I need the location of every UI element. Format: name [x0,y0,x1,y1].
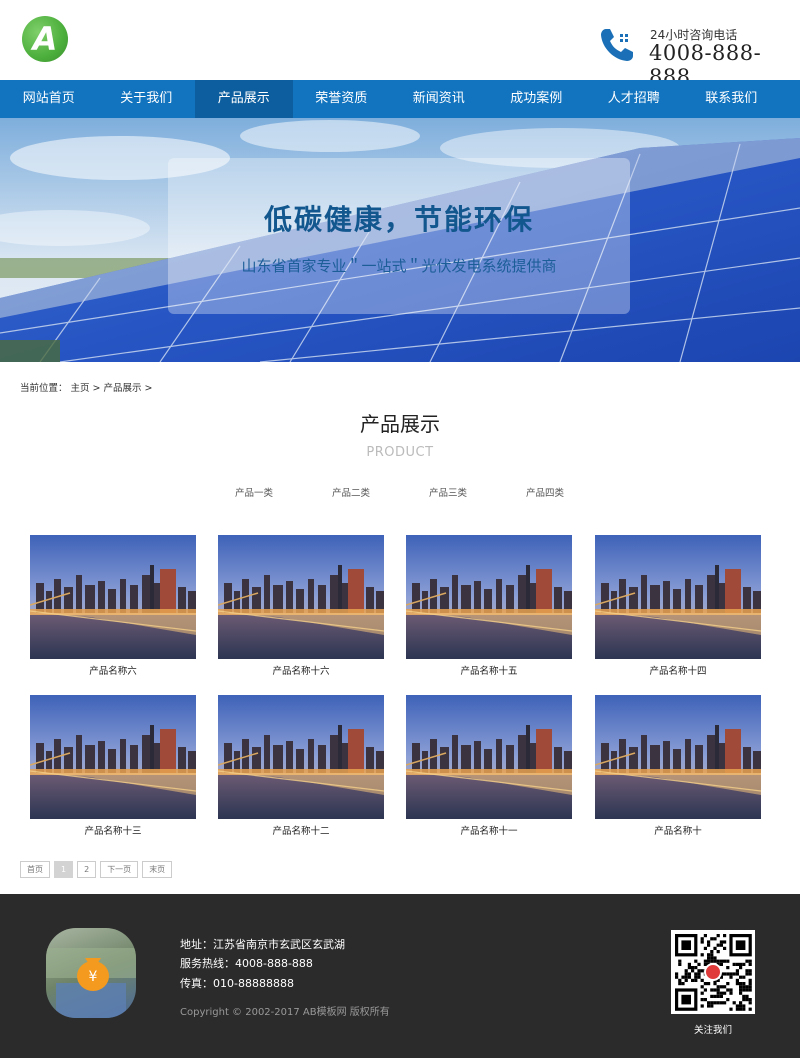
page-first-button[interactable]: 首页 [20,861,50,878]
footer-address: 地址：江苏省南京市玄武区玄武湖 [180,938,345,951]
breadcrumb-home[interactable]: 主页 [71,383,90,394]
banner-title: 低碳健康，节能环保 [263,203,534,236]
product-name[interactable]: 产品名称十五 [406,663,572,677]
svg-text:¥: ¥ [89,969,98,985]
page-2-button[interactable]: 2 [77,861,97,878]
qr-label: 关注我们 [693,1025,732,1036]
site-logo[interactable]: A [22,16,68,62]
product-card[interactable]: 产品名称十四 [595,535,761,677]
category-tab-3[interactable]: 产品三类 [418,485,515,499]
product-name[interactable]: 产品名称十三 [30,823,196,837]
banner-subtitle: 山东省首家专业＂一站式＂光伏发电系统提供商 [241,257,557,275]
nav-item-honors[interactable]: 荣誉资质 [293,80,391,118]
product-thumbnail[interactable] [406,535,572,659]
nav-item-home[interactable]: 网站首页 [0,80,98,118]
category-tabs: 产品一类 产品二类 产品三类 产品四类 [224,485,612,499]
pagination: 首页 1 2 下一页 末页 [20,861,176,878]
product-name[interactable]: 产品名称十二 [218,823,384,837]
product-thumbnail[interactable] [218,535,384,659]
product-card[interactable]: 产品名称十六 [218,535,384,677]
product-card[interactable]: 产品名称十 [595,695,761,837]
product-thumbnail[interactable] [30,535,196,659]
footer-logo-image: ¥ [46,928,136,1018]
product-thumbnail[interactable] [218,695,384,819]
product-thumbnail[interactable] [406,695,572,819]
site-header: A 24小时咨询电话 4008-888-888 [0,0,800,89]
product-card[interactable]: 产品名称十三 [30,695,196,837]
nav-item-contact[interactable]: 联系我们 [683,80,781,118]
nav-item-cases[interactable]: 成功案例 [488,80,586,118]
footer-hotline: 服务热线：4008-888-888 [180,957,313,970]
section-title: 产品展示 [360,412,440,436]
product-thumbnail[interactable] [595,695,761,819]
product-name[interactable]: 产品名称十六 [218,663,384,677]
section-subtitle: PRODUCT [366,445,434,460]
page-next-button[interactable]: 下一页 [100,861,139,878]
logo-letter: A [32,20,58,58]
footer-fax: 传真：010-88888888 [180,977,294,990]
hero-banner: 低碳健康，节能环保 山东省首家专业＂一站式＂光伏发电系统提供商 [0,118,800,362]
nav-item-products[interactable]: 产品展示 [195,80,293,118]
nav-item-jobs[interactable]: 人才招聘 [585,80,683,118]
phone-icon [601,29,633,61]
money-bag-icon: ¥ [46,948,136,1018]
product-thumbnail[interactable] [30,695,196,819]
breadcrumb: 当前位置： 主页 > 产品展示 > [20,380,155,394]
product-card[interactable]: 产品名称十一 [406,695,572,837]
main-nav: 网站首页 关于我们 产品展示 荣誉资质 新闻资讯 成功案例 人才招聘 联系我们 [0,80,800,118]
breadcrumb-sep-trailing: > [144,383,153,394]
breadcrumb-current[interactable]: 产品展示 [104,383,142,394]
breadcrumb-prefix: 当前位置： [20,383,68,394]
category-tab-4[interactable]: 产品四类 [515,485,612,499]
product-card[interactable]: 产品名称十二 [218,695,384,837]
page-1-button[interactable]: 1 [54,861,74,878]
qr-code-image [671,930,755,1014]
category-tab-2[interactable]: 产品二类 [321,485,418,499]
product-thumbnail[interactable] [595,535,761,659]
product-name[interactable]: 产品名称十 [595,823,761,837]
product-name[interactable]: 产品名称十四 [595,663,761,677]
page-last-button[interactable]: 末页 [142,861,173,878]
category-tab-1[interactable]: 产品一类 [224,485,321,499]
nav-item-about[interactable]: 关于我们 [98,80,196,118]
product-card[interactable]: 产品名称六 [30,535,196,677]
nav-item-news[interactable]: 新闻资讯 [390,80,488,118]
breadcrumb-sep: > [92,383,101,394]
product-name[interactable]: 产品名称六 [30,663,196,677]
footer-copyright: Copyright © 2002-2017 AB模板网 版权所有 [180,1007,390,1018]
product-card[interactable]: 产品名称十五 [406,535,572,677]
product-name[interactable]: 产品名称十一 [406,823,572,837]
